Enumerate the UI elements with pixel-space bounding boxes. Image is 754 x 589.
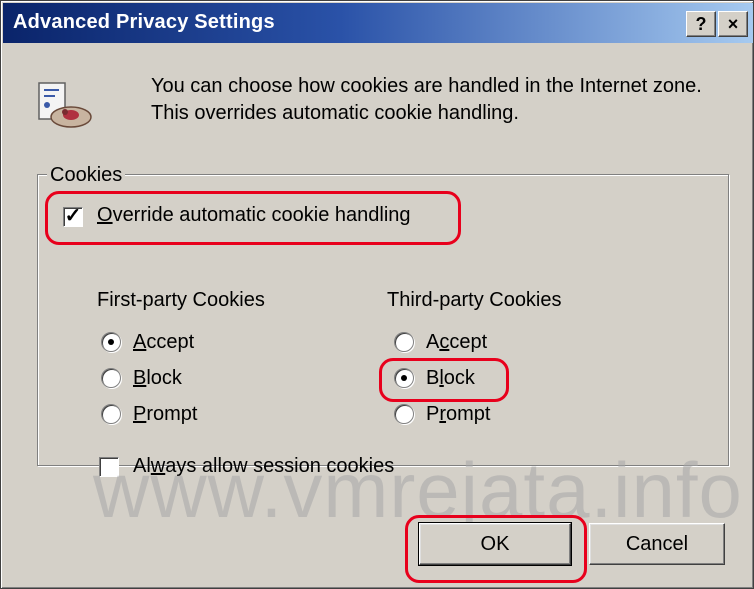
dialog-window: Advanced Privacy Settings ? × You can ch…	[0, 0, 754, 589]
window-title: Advanced Privacy Settings	[13, 11, 275, 33]
third-party-block-label[interactable]: Block	[426, 367, 475, 390]
override-label[interactable]: Override automatic cookie handling	[97, 204, 411, 227]
first-party-heading: First-party Cookies	[97, 289, 265, 311]
radio-selected-dot	[401, 375, 407, 381]
cancel-button[interactable]: Cancel	[589, 523, 725, 565]
help-button[interactable]: ?	[686, 11, 716, 37]
privacy-cookie-icon	[38, 82, 92, 128]
override-checkbox[interactable]: ✓	[63, 205, 83, 227]
first-party-accept-radio[interactable]	[101, 332, 121, 352]
third-party-block-radio[interactable]	[394, 368, 414, 388]
third-party-heading: Third-party Cookies	[387, 289, 562, 311]
title-bar[interactable]: Advanced Privacy Settings ? ×	[3, 3, 753, 43]
first-party-prompt-label[interactable]: Prompt	[133, 403, 197, 426]
third-party-accept-radio[interactable]	[394, 332, 414, 352]
close-button[interactable]: ×	[718, 11, 748, 37]
first-party-block-label[interactable]: Block	[133, 367, 182, 390]
info-text: You can choose how cookies are handled i…	[151, 75, 702, 124]
radio-selected-dot	[108, 339, 114, 345]
first-party-accept-label[interactable]: Accept	[133, 331, 194, 354]
cookies-legend: Cookies	[47, 164, 126, 187]
first-party-prompt-radio[interactable]	[101, 404, 121, 424]
ok-button[interactable]: OK	[418, 522, 572, 566]
third-party-prompt-label[interactable]: Prompt	[426, 403, 490, 426]
checkmark-icon: ✓	[64, 205, 82, 227]
first-party-block-radio[interactable]	[101, 368, 121, 388]
third-party-prompt-radio[interactable]	[394, 404, 414, 424]
third-party-accept-label[interactable]: Accept	[426, 331, 487, 354]
